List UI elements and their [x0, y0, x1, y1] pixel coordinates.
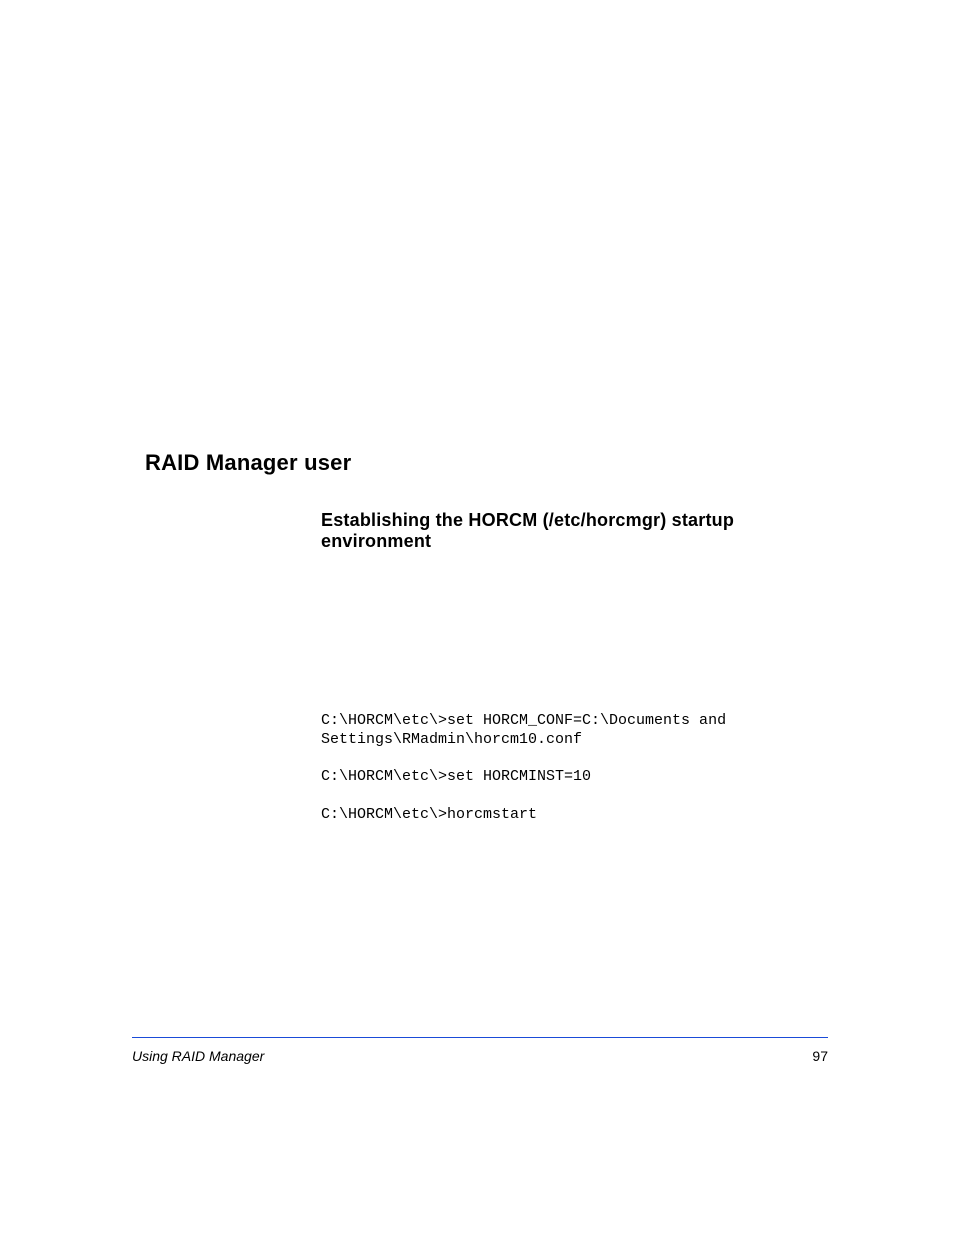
page: RAID Manager user Establishing the HORCM…	[0, 0, 954, 1235]
content-area: RAID Manager user Establishing the HORCM…	[145, 450, 825, 825]
footer: Using RAID Manager 97	[132, 1037, 828, 1064]
code-block: C:\HORCM\etc\>set HORCM_CONF=C:\Document…	[321, 712, 825, 825]
footer-title: Using RAID Manager	[132, 1048, 264, 1064]
heading-1: RAID Manager user	[145, 450, 825, 476]
heading-2: Establishing the HORCM (/etc/horcmgr) st…	[321, 510, 825, 552]
code-line: C:\HORCM\etc\>set HORCMINST=10	[321, 768, 591, 785]
code-line: C:\HORCM\etc\>horcmstart	[321, 806, 537, 823]
page-number: 97	[812, 1048, 828, 1064]
code-line: C:\HORCM\etc\>set HORCM_CONF=C:\Document…	[321, 712, 726, 729]
code-line: Settings\RMadmin\horcm10.conf	[321, 731, 582, 748]
